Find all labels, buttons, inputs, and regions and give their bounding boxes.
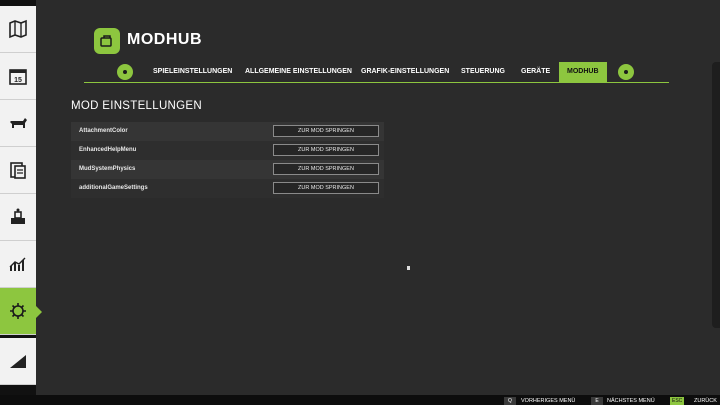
key-e-hint: E <box>591 397 603 405</box>
sidebar-item-animals[interactable] <box>0 100 36 147</box>
mod-row: additionalGameSettings ZUR MOD SPRINGEN <box>71 179 384 198</box>
sidebar-item-calendar[interactable]: 15 <box>0 53 36 100</box>
mod-row: AttachmentColor ZUR MOD SPRINGEN <box>71 122 384 141</box>
settings-screen: 15 MODHUB SPIELEINSTELLUNGEN ALLGEMEINE … <box>0 0 720 405</box>
mouse-cursor <box>407 266 410 270</box>
sidebar: 15 <box>0 0 36 395</box>
tab-next-button[interactable] <box>618 64 634 80</box>
tab-steuerung[interactable]: STEUERUNG <box>461 62 505 82</box>
tab-grafik-einstellungen[interactable]: GRAFIK-EINSTELLUNGEN <box>361 62 449 82</box>
prev-menu-button[interactable]: VORHERIGES MENÜ <box>521 397 575 405</box>
key-esc-hint: ESC <box>670 397 685 405</box>
sidebar-item-map[interactable] <box>0 6 36 53</box>
map-icon <box>9 19 27 39</box>
jump-to-mod-button[interactable]: ZUR MOD SPRINGEN <box>273 144 379 156</box>
sidebar-item-production[interactable] <box>0 194 36 241</box>
sidebar-item-help[interactable] <box>0 338 36 385</box>
jump-to-mod-button[interactable]: ZUR MOD SPRINGEN <box>273 163 379 175</box>
sidebar-item-statistics[interactable] <box>0 241 36 288</box>
calendar-day: 15 <box>14 77 22 84</box>
key-q-hint: Q <box>504 397 516 405</box>
tab-prev-button[interactable] <box>117 64 133 80</box>
side-panel-edge <box>712 62 720 328</box>
calendar-icon: 15 <box>9 69 27 85</box>
next-menu-button[interactable]: NÄCHSTES MENÜ <box>607 397 655 405</box>
sidebar-item-settings[interactable] <box>0 288 36 335</box>
next-dot-icon <box>624 70 628 74</box>
statistics-icon <box>9 257 26 271</box>
mod-list: AttachmentColor ZUR MOD SPRINGEN Enhance… <box>71 122 384 198</box>
modhub-logo <box>94 28 120 54</box>
prev-dot-icon <box>123 70 127 74</box>
back-button[interactable]: ZURÜCK <box>694 397 717 405</box>
help-icon <box>10 355 26 368</box>
tab-spieleinstellungen[interactable]: SPIELEINSTELLUNGEN <box>153 62 232 82</box>
animals-icon <box>10 118 27 128</box>
mod-name: MudSystemPhysics <box>79 166 136 172</box>
production-icon <box>11 208 25 224</box>
contracts-icon <box>10 162 26 179</box>
sidebar-item-contracts[interactable] <box>0 147 36 194</box>
mod-name: EnhancedHelpMenu <box>79 147 137 153</box>
tab-allgemeine-einstellungen[interactable]: ALLGEMEINE EINSTELLUNGEN <box>245 62 352 82</box>
mod-name: additionalGameSettings <box>79 185 148 191</box>
jump-to-mod-button[interactable]: ZUR MOD SPRINGEN <box>273 125 379 137</box>
mod-row: MudSystemPhysics ZUR MOD SPRINGEN <box>71 160 384 179</box>
page-title: MODHUB <box>127 31 202 48</box>
settings-icon <box>10 303 26 319</box>
modhub-icon <box>100 35 112 47</box>
tab-underline <box>84 82 669 83</box>
tab-geraete[interactable]: GERÄTE <box>521 62 550 82</box>
active-indicator-arrow <box>36 306 42 318</box>
mod-name: AttachmentColor <box>79 128 128 134</box>
jump-to-mod-button[interactable]: ZUR MOD SPRINGEN <box>273 182 379 194</box>
section-title: MOD EINSTELLUNGEN <box>71 100 202 112</box>
mod-row: EnhancedHelpMenu ZUR MOD SPRINGEN <box>71 141 384 160</box>
tab-modhub[interactable]: MODHUB <box>559 62 607 82</box>
